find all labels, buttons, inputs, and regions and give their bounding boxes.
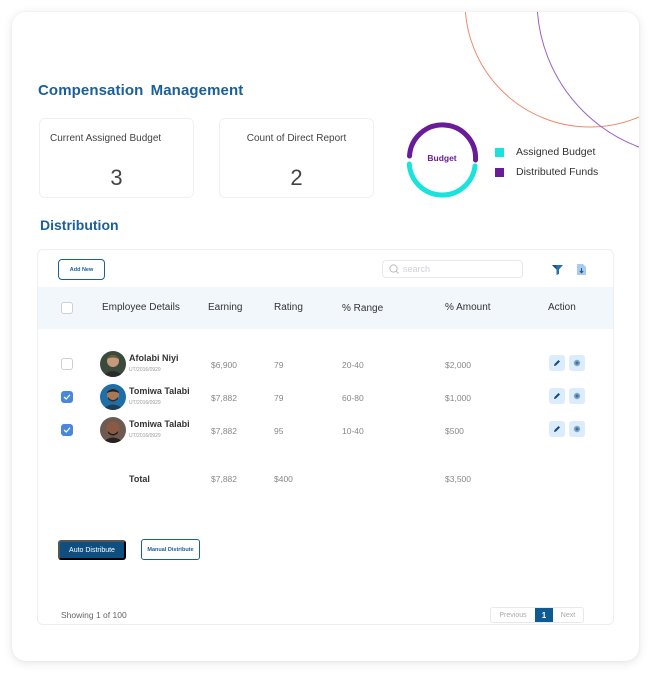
legend-swatch (495, 147, 504, 157)
range-cell: 20-40 (342, 360, 364, 370)
next-page-button[interactable]: Next (553, 608, 583, 622)
edit-button[interactable] (549, 388, 565, 404)
rating-cell: 79 (274, 360, 284, 370)
compensation-page: Compensation Management Current Assigned… (12, 12, 639, 661)
view-icon (573, 425, 581, 433)
showing-count: Showing 1 of 100 (61, 610, 127, 620)
table-header: Employee Details Earning Rating % Range … (38, 287, 613, 329)
chart-legend: Assigned Budget Distributed Funds (495, 142, 598, 182)
decorative-circle-purple (536, 12, 639, 148)
employee-name: Tomiwa Talabi (129, 419, 190, 429)
header-employee-details: Employee Details (102, 302, 180, 313)
amount-cell: $500 (445, 426, 464, 436)
table-row: Tomiwa Talabi UT/2016/0929 $7,882 79 60-… (38, 382, 613, 412)
rating-cell: 95 (274, 426, 284, 436)
auto-distribute-button[interactable]: Auto Distribute (58, 540, 126, 560)
stat-value: 3 (110, 165, 123, 190)
legend-label: Assigned Budget (516, 146, 596, 158)
filter-icon[interactable] (550, 262, 564, 276)
legend-item-distributed-funds: Distributed Funds (495, 162, 598, 182)
employee-name: Tomiwa Talabi (129, 386, 190, 396)
legend-swatch (495, 167, 504, 177)
employee-id: UT/2016/0929 (129, 433, 161, 439)
pagination: Previous 1 Next (490, 607, 584, 623)
search-icon (389, 264, 399, 274)
page-title: Compensation Management (38, 82, 244, 99)
header-range: % Range (342, 303, 384, 314)
total-amount: $3,500 (445, 474, 471, 484)
header-earning: Earning (208, 302, 243, 313)
decorative-circle-orange (464, 12, 639, 128)
stat-card-assigned-budget: Current Assigned Budget 3 (39, 118, 194, 198)
view-icon (573, 392, 581, 400)
total-earning: $7,882 (211, 474, 237, 484)
rating-cell: 79 (274, 393, 284, 403)
range-cell: 10-40 (342, 426, 364, 436)
stat-value: 2 (290, 165, 303, 190)
edit-button[interactable] (549, 355, 565, 371)
manual-distribute-button[interactable]: Manual Distribute (141, 539, 200, 560)
view-button[interactable] (569, 388, 585, 404)
amount-cell: $2,000 (445, 360, 471, 370)
pencil-icon (554, 393, 560, 399)
section-title: Distribution (40, 217, 119, 233)
table-row: Afolabi Niyi UT/2016/0929 $6,900 79 20-4… (38, 349, 613, 379)
donut-segment-assigned-budget (406, 161, 478, 198)
header-amount: % Amount (445, 302, 491, 313)
pencil-icon (554, 360, 560, 366)
earning-cell: $7,882 (211, 426, 237, 436)
check-icon (63, 427, 71, 433)
view-icon (573, 359, 581, 367)
row-checkbox[interactable] (61, 391, 73, 403)
pencil-icon (554, 426, 560, 432)
earning-cell: $7,882 (211, 393, 237, 403)
row-checkbox[interactable] (61, 358, 73, 370)
row-checkbox[interactable] (61, 424, 73, 436)
amount-cell: $1,000 (445, 393, 471, 403)
page-1-button[interactable]: 1 (535, 608, 553, 622)
check-icon (63, 394, 71, 400)
avatar (100, 384, 126, 410)
total-rating: $400 (274, 474, 293, 484)
view-button[interactable] (569, 421, 585, 437)
previous-page-button[interactable]: Previous (491, 608, 535, 622)
add-new-button[interactable]: Add New (58, 259, 105, 280)
download-icon[interactable] (574, 262, 588, 276)
distribution-table-card: Add New Employee Details Earning Rating … (37, 249, 614, 625)
employee-id: UT/2016/0929 (129, 400, 161, 406)
stat-label: Count of Direct Report (246, 133, 347, 144)
avatar (100, 417, 126, 443)
header-action: Action (548, 302, 576, 313)
earning-cell: $6,900 (211, 360, 237, 370)
employee-name: Afolabi Niyi (129, 353, 179, 363)
range-cell: 60-80 (342, 393, 364, 403)
avatar (100, 351, 126, 377)
legend-label: Distributed Funds (516, 166, 599, 178)
view-button[interactable] (569, 355, 585, 371)
search-box[interactable] (382, 260, 523, 278)
header-rating: Rating (274, 302, 303, 313)
employee-id: UT/2016/0929 (129, 367, 161, 373)
stat-label: Current Assigned Budget (50, 133, 162, 144)
select-all-checkbox[interactable] (61, 302, 73, 314)
search-input[interactable] (403, 264, 513, 274)
table-row: Tomiwa Talabi UT/2016/0929 $7,882 95 10-… (38, 415, 613, 445)
stat-card-direct-report: Count of Direct Report 2 (219, 118, 374, 198)
edit-button[interactable] (549, 421, 565, 437)
legend-item-assigned-budget: Assigned Budget (495, 142, 598, 162)
total-label: Total (129, 474, 150, 484)
donut-center-label: Budget (427, 153, 457, 163)
